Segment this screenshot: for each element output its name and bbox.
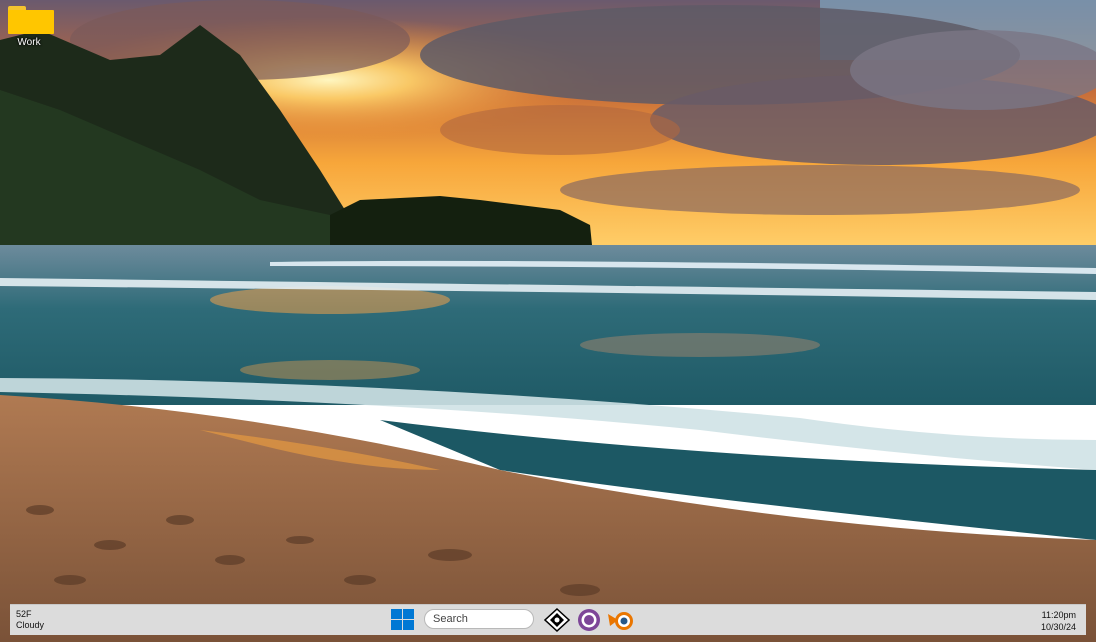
tor-browser-icon — [578, 609, 600, 631]
weather-widget[interactable]: 52F Cloudy — [16, 609, 44, 631]
taskbar: 52F Cloudy Search 11:20pm 10/30/24 — [10, 604, 1086, 635]
desktop-icon-work[interactable]: Work — [4, 4, 54, 48]
weather-temperature: 52F — [16, 609, 32, 619]
desktop-icon-label: Work — [17, 37, 41, 48]
system-clock[interactable]: 11:20pm 10/30/24 — [1041, 609, 1076, 633]
taskbar-app-blender[interactable] — [606, 608, 633, 632]
windows-start-icon — [391, 609, 414, 630]
weather-condition: Cloudy — [16, 620, 45, 630]
clock-date: 10/30/24 — [1040, 622, 1076, 632]
wallpaper-image — [0, 0, 1096, 642]
taskbar-app-inkscape[interactable] — [543, 607, 571, 633]
folder-icon — [6, 4, 54, 34]
desktop: Work 52F Cloudy Search 11:20pm 10/30/24 — [0, 0, 1096, 642]
blender-icon — [608, 612, 633, 630]
clock-time: 11:20pm — [1041, 610, 1076, 620]
taskbar-app-tor-browser[interactable] — [576, 608, 602, 632]
start-button[interactable] — [390, 608, 416, 632]
inkscape-icon — [543, 607, 571, 633]
search-input[interactable]: Search — [424, 609, 534, 629]
